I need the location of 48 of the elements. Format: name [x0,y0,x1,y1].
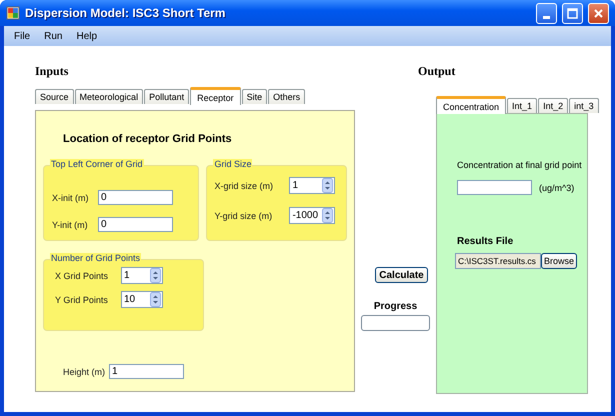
spin-arrows-icon[interactable] [322,178,334,193]
menu-item[interactable]: Help [70,28,104,44]
field-label: Height (m) [63,366,106,376]
tab[interactable]: Site [242,89,268,104]
close-button[interactable] [588,2,609,24]
unit-label: (ug/m^3) [539,182,574,192]
close-icon [593,8,604,18]
spin-arrows-icon[interactable] [322,208,334,223]
tab[interactable]: Int_1 [507,98,538,113]
panel-title: Location of receptor Grid Points [63,133,233,145]
app-icon [6,6,20,20]
tab[interactable]: Int_2 [538,98,568,113]
tab[interactable]: Source [35,89,74,104]
field-label: X-grid size (m) [214,180,274,190]
field-label: X-init (m) [52,192,90,202]
spin-arrows-icon[interactable] [150,268,161,283]
field-label: Y-grid size (m) [214,210,274,220]
file-path-field[interactable]: C:\ISC3ST.results.cs [455,253,541,269]
group-title: Grid Size [213,159,252,169]
menu-item[interactable]: Run [38,28,68,44]
input-field[interactable]: 1 [109,364,184,379]
window-title: Dispersion Model: ISC3 Short Term [25,6,226,20]
group-title: Number of Grid Points [50,253,142,263]
tab[interactable]: Pollutant [144,89,190,104]
minimize-icon [543,16,550,18]
spin-arrows-icon[interactable] [150,292,161,307]
maximize-icon [567,8,578,18]
maximize-button[interactable] [562,2,583,24]
field-label: Y-init (m) [52,220,89,230]
section-heading: Output [418,64,456,80]
tab[interactable]: int_3 [569,98,599,113]
menu-item[interactable]: File [8,28,36,44]
calculate-button[interactable]: Calculate [375,267,428,283]
concentration-label: Concentration at final grid point [457,160,583,170]
input-field[interactable]: 0 [98,190,173,205]
tab[interactable]: Others [268,89,306,104]
field-label: Y Grid Points [55,294,109,304]
results-label: Results File [457,236,514,247]
input-field[interactable]: 0 [98,217,173,232]
tab[interactable]: Concentration [436,96,506,114]
tab[interactable]: Meteorological [74,89,144,104]
group-title: Top Left Corner of Grid [50,159,144,169]
browse-button[interactable]: Browse [541,253,578,269]
field-label: X Grid Points [55,270,110,280]
minimize-button[interactable] [536,2,557,24]
section-heading: Inputs [35,64,70,80]
progress-label: Progress [374,301,418,312]
tab[interactable]: Receptor [190,87,241,105]
